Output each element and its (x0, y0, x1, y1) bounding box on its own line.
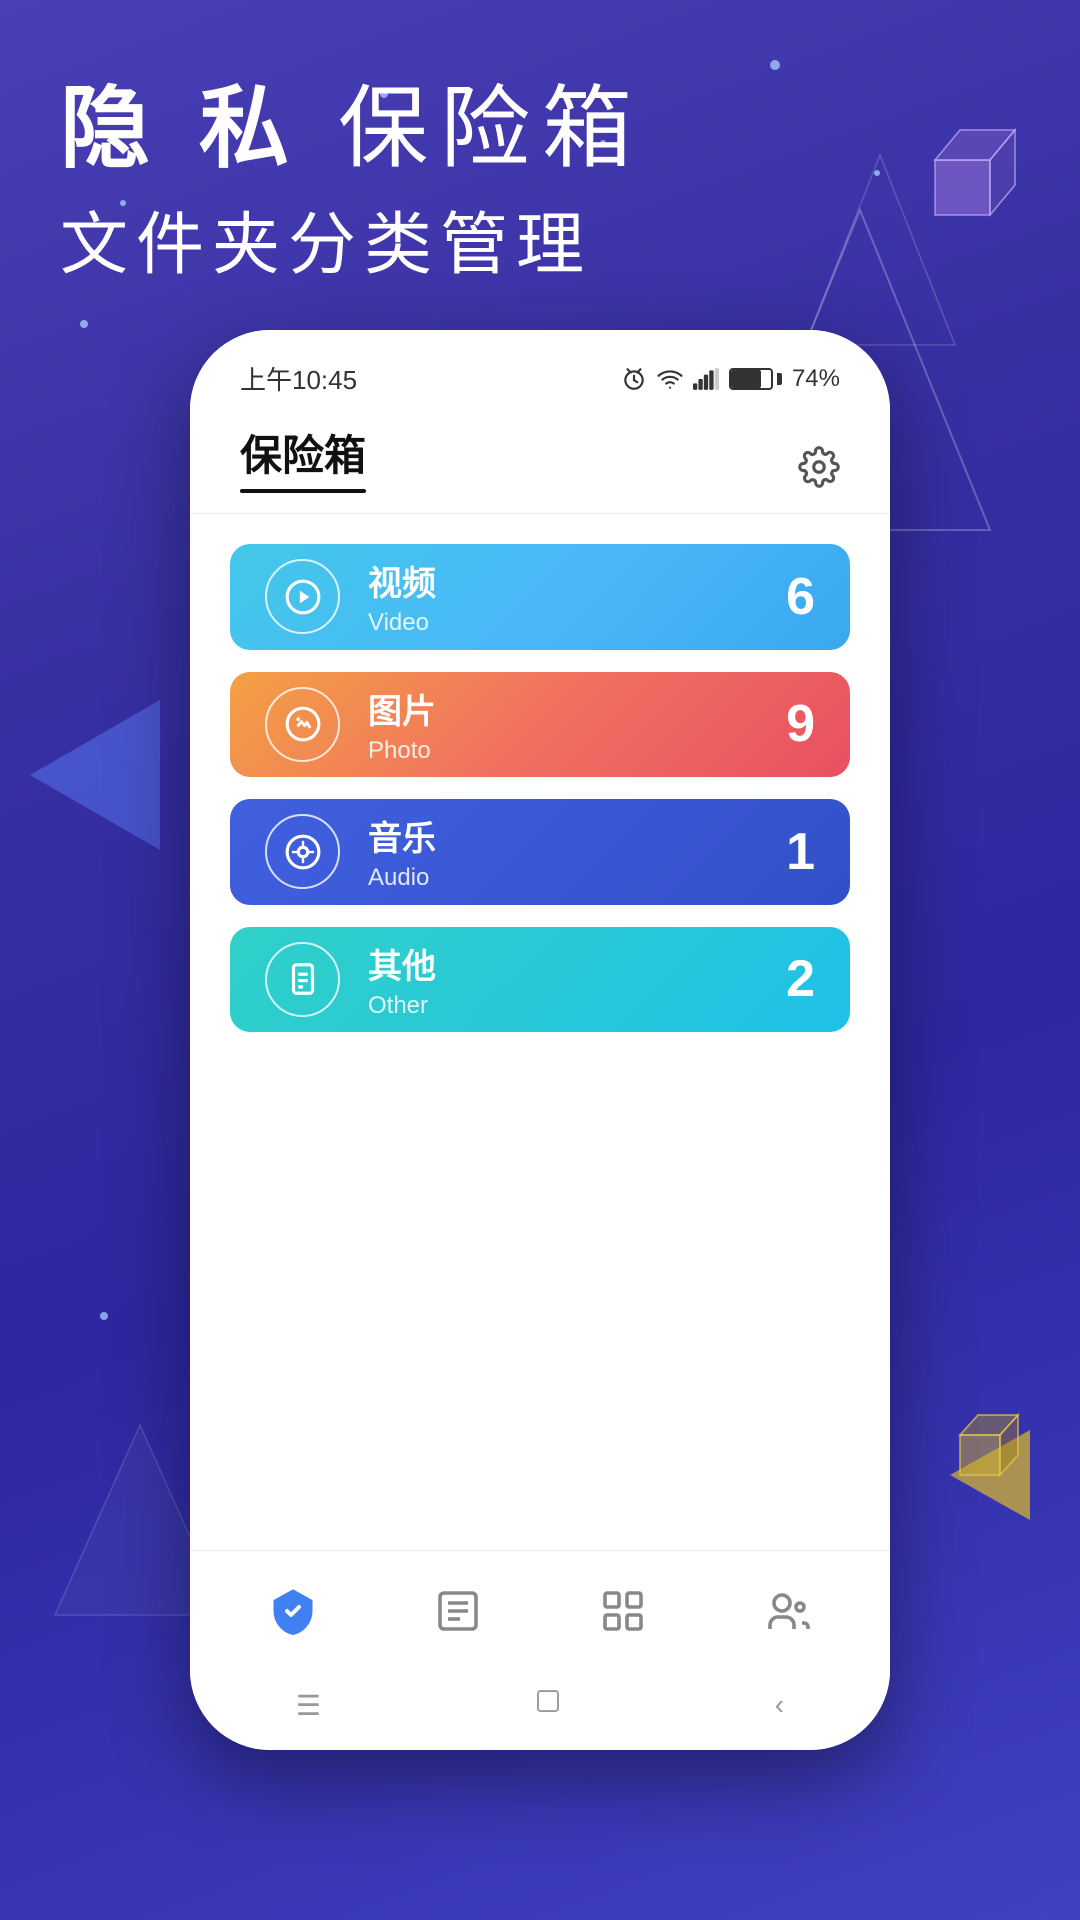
other-icon-circle (265, 942, 340, 1017)
app-header: 保险箱 (190, 407, 890, 514)
system-navigation: ☰ ‹ (190, 1670, 890, 1750)
video-count: 6 (786, 567, 815, 627)
app-title-underline (240, 489, 366, 493)
nav-item-safe[interactable] (269, 1587, 317, 1635)
status-bar: 上午10:45 (190, 330, 890, 407)
nav-item-files[interactable] (434, 1587, 482, 1635)
cube-wireframe-top-right (900, 110, 1020, 240)
category-card-other[interactable]: 其他 Other 2 (230, 927, 850, 1033)
phone-mockup: 上午10:45 (190, 330, 890, 1750)
other-name-en: Other (368, 992, 436, 1020)
header-title-bold: 隐 私 (60, 79, 301, 179)
header-line2: 文件夹分类管理 (60, 189, 644, 288)
video-text: 视频 Video (368, 556, 436, 637)
cube-wireframe-bottom-right (940, 1400, 1020, 1490)
triangle-solid-left (30, 700, 160, 850)
sys-nav-home[interactable] (533, 1686, 563, 1724)
video-name-en: Video (368, 609, 436, 637)
safe-nav-icon (269, 1587, 317, 1635)
nav-item-profile[interactable] (764, 1587, 812, 1635)
video-play-icon (284, 578, 322, 616)
header-title-light: 保险箱 (338, 79, 644, 179)
status-time: 上午10:45 (240, 360, 357, 397)
video-name-zh: 视频 (368, 556, 436, 605)
sys-nav-back[interactable]: ‹ (775, 1689, 784, 1721)
wifi-icon (657, 366, 683, 392)
sys-nav-menu[interactable]: ☰ (296, 1689, 321, 1722)
content-spacer (190, 1062, 890, 1550)
audio-icon (284, 833, 322, 871)
other-name-zh: 其他 (368, 939, 436, 988)
battery-indicator (729, 368, 782, 390)
files-nav-icon (434, 1587, 482, 1635)
video-icon-circle (265, 559, 340, 634)
audio-count: 1 (786, 822, 815, 882)
battery-percent: 74% (792, 365, 840, 393)
category-card-audio[interactable]: 音乐 Audio 1 (230, 799, 850, 905)
triangle-solid-bottom-right (950, 1430, 1030, 1520)
app-title-block: 保险箱 (240, 422, 366, 493)
alarm-icon (621, 366, 647, 392)
content-area: 视频 Video 6 图片 Photo 9 (190, 514, 890, 1062)
header-block: 隐 私 保险箱 文件夹分类管理 (60, 80, 644, 288)
audio-name-en: Audio (368, 864, 436, 892)
photo-name-zh: 图片 (368, 684, 436, 733)
triangle-outline-small-right (800, 150, 960, 350)
app-title: 保险箱 (240, 422, 366, 483)
photo-icon (284, 705, 322, 743)
photo-icon-circle (265, 687, 340, 762)
audio-icon-circle (265, 814, 340, 889)
category-card-photo[interactable]: 图片 Photo 9 (230, 672, 850, 778)
photo-text: 图片 Photo (368, 684, 436, 765)
photo-count: 9 (786, 694, 815, 754)
audio-text: 音乐 Audio (368, 811, 436, 892)
bottom-navigation (190, 1550, 890, 1670)
header-line1: 隐 私 保险箱 (60, 80, 644, 179)
apps-nav-icon (599, 1587, 647, 1635)
other-text: 其他 Other (368, 939, 436, 1020)
status-icons: 74% (621, 365, 840, 393)
nav-item-apps[interactable] (599, 1587, 647, 1635)
other-file-icon (284, 960, 322, 998)
photo-name-en: Photo (368, 737, 436, 765)
settings-button[interactable] (798, 446, 840, 493)
profile-nav-icon (764, 1587, 812, 1635)
signal-icon (693, 368, 719, 390)
other-count: 2 (786, 949, 815, 1009)
audio-name-zh: 音乐 (368, 811, 436, 860)
category-card-video[interactable]: 视频 Video 6 (230, 544, 850, 650)
